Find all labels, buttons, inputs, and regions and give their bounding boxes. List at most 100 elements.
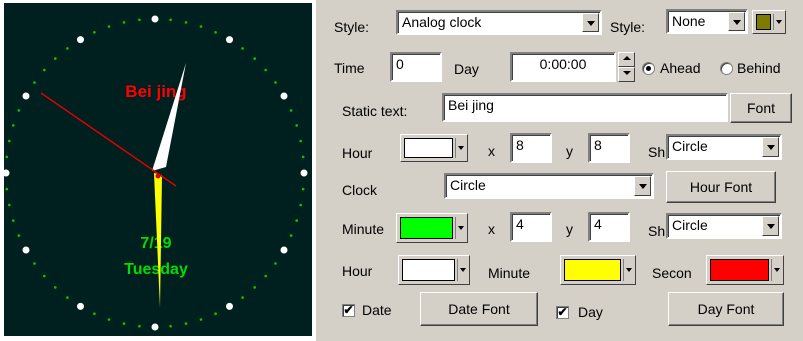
hour-mark: [77, 302, 84, 310]
minute-mark: [8, 139, 11, 143]
style2-select[interactable]: None: [666, 9, 748, 34]
minute-mark: [253, 57, 256, 60]
day-checkbox[interactable]: ✔: [556, 306, 569, 319]
minute-mark: [17, 109, 21, 112]
hour-shape-select[interactable]: Circle: [666, 134, 782, 160]
chevron-down-icon[interactable]: [634, 176, 651, 196]
hour-font-button[interactable]: Hour Font: [666, 171, 776, 203]
chevron-down-icon: [460, 268, 466, 272]
minute-mark: [241, 296, 244, 299]
clock-center-dot: [155, 173, 161, 179]
second-hand-color-picker[interactable]: [706, 255, 784, 285]
minute-mark: [214, 31, 217, 34]
day-offset-value: 0:00:00: [539, 56, 587, 72]
chevron-down-icon[interactable]: [762, 216, 779, 236]
chevron-down-icon: [774, 268, 780, 272]
hour-x-label: x: [488, 143, 495, 159]
hour-mark: [300, 169, 308, 177]
color-swatch: [564, 259, 621, 281]
minute-mark: [184, 322, 188, 325]
hour-y-input[interactable]: 8: [588, 133, 630, 163]
minute-x-label: x: [488, 221, 495, 237]
chevron-down-icon: [458, 226, 464, 230]
divider: [457, 259, 458, 281]
clock-shape-select[interactable]: Circle: [444, 173, 654, 199]
settings-panel: Style: Analog clock Style: None Time 0 D…: [316, 0, 803, 341]
hour-y-label: y: [566, 143, 573, 159]
minute-mark: [264, 68, 268, 72]
minute-shape-label: Sh: [648, 223, 666, 239]
hour-hand: [152, 63, 186, 171]
minute-marks-color-picker[interactable]: [396, 213, 468, 243]
minute-mark: [12, 124, 15, 127]
minute-mark: [184, 21, 188, 24]
minute-mark: [289, 109, 293, 112]
hour-mark: [280, 246, 288, 254]
date-checkbox[interactable]: ✔: [342, 304, 355, 317]
minute-mark: [138, 18, 141, 22]
minute-mark: [301, 187, 305, 191]
minute-mark: [301, 155, 305, 159]
minute-mark: [17, 234, 21, 237]
date-font-button[interactable]: Date Font: [420, 292, 538, 326]
style-select-value: Analog clock: [402, 14, 482, 30]
static-text-value: Bei jing: [448, 97, 494, 113]
hour-marks-color-picker[interactable]: [400, 134, 468, 162]
minute-mark: [33, 81, 36, 84]
font-button[interactable]: Font: [730, 93, 792, 123]
hour-shape-value: Circle: [672, 138, 708, 154]
spin-up-icon[interactable]: [618, 52, 635, 67]
minute-mark: [107, 318, 111, 321]
minute-mark: [43, 68, 46, 72]
second-hand-label: Secon: [652, 265, 692, 281]
minute-mark: [299, 203, 303, 207]
static-text-input[interactable]: Bei jing: [442, 93, 728, 122]
hour-hand-color-picker[interactable]: [398, 255, 470, 285]
minute-mark: [264, 274, 268, 278]
minute-mark: [299, 139, 303, 143]
behind-radio[interactable]: [720, 62, 733, 75]
hour-shape-label: Sh: [648, 144, 666, 160]
day-offset-input[interactable]: 0:00:00: [510, 52, 616, 82]
color-swatch: [756, 14, 771, 30]
minute-y-value: 4: [594, 216, 602, 232]
clock-shape-label: Clock: [342, 182, 378, 198]
chevron-down-icon[interactable]: [728, 12, 745, 31]
color-swatch: [710, 259, 769, 281]
minute-mark: [107, 25, 111, 28]
static-text-label: Static text:: [342, 103, 408, 119]
minute-hand-color-picker[interactable]: [560, 255, 636, 285]
minute-x-input[interactable]: 4: [510, 212, 552, 242]
time-input[interactable]: 0: [390, 52, 442, 82]
chevron-down-icon[interactable]: [762, 137, 779, 157]
minute-mark: [5, 187, 9, 191]
clock-date-text: 7/19: [140, 235, 171, 252]
behind-label: Behind: [737, 60, 781, 76]
hour-x-input[interactable]: 8: [510, 133, 552, 163]
minute-y-input[interactable]: 4: [588, 212, 630, 242]
chevron-down-icon: [458, 146, 464, 150]
style2-color-picker[interactable]: [752, 10, 786, 34]
time-label: Time: [334, 60, 365, 76]
color-swatch: [400, 217, 453, 239]
hour-mark: [77, 36, 84, 44]
hour-mark: [280, 92, 288, 100]
hour-mark: [226, 302, 233, 310]
day-font-button[interactable]: Day Font: [668, 292, 784, 326]
divider: [623, 259, 624, 281]
ahead-radio[interactable]: [642, 62, 655, 75]
spin-down-icon[interactable]: [618, 67, 635, 82]
hour-x-value: 8: [516, 137, 524, 153]
minute-mark: [169, 18, 172, 22]
minute-mark: [199, 318, 203, 321]
minute-shape-select[interactable]: Circle: [666, 213, 782, 239]
hour-mark: [151, 323, 159, 331]
chevron-down-icon[interactable]: [582, 13, 599, 32]
style-select[interactable]: Analog clock: [396, 10, 602, 35]
color-swatch: [402, 259, 455, 281]
style2-select-value: None: [672, 13, 706, 29]
minute-mark: [8, 203, 11, 207]
minute-mark: [214, 312, 217, 316]
day-checkbox-label: Day: [578, 304, 603, 320]
hour-marks-label: Hour: [342, 145, 373, 161]
